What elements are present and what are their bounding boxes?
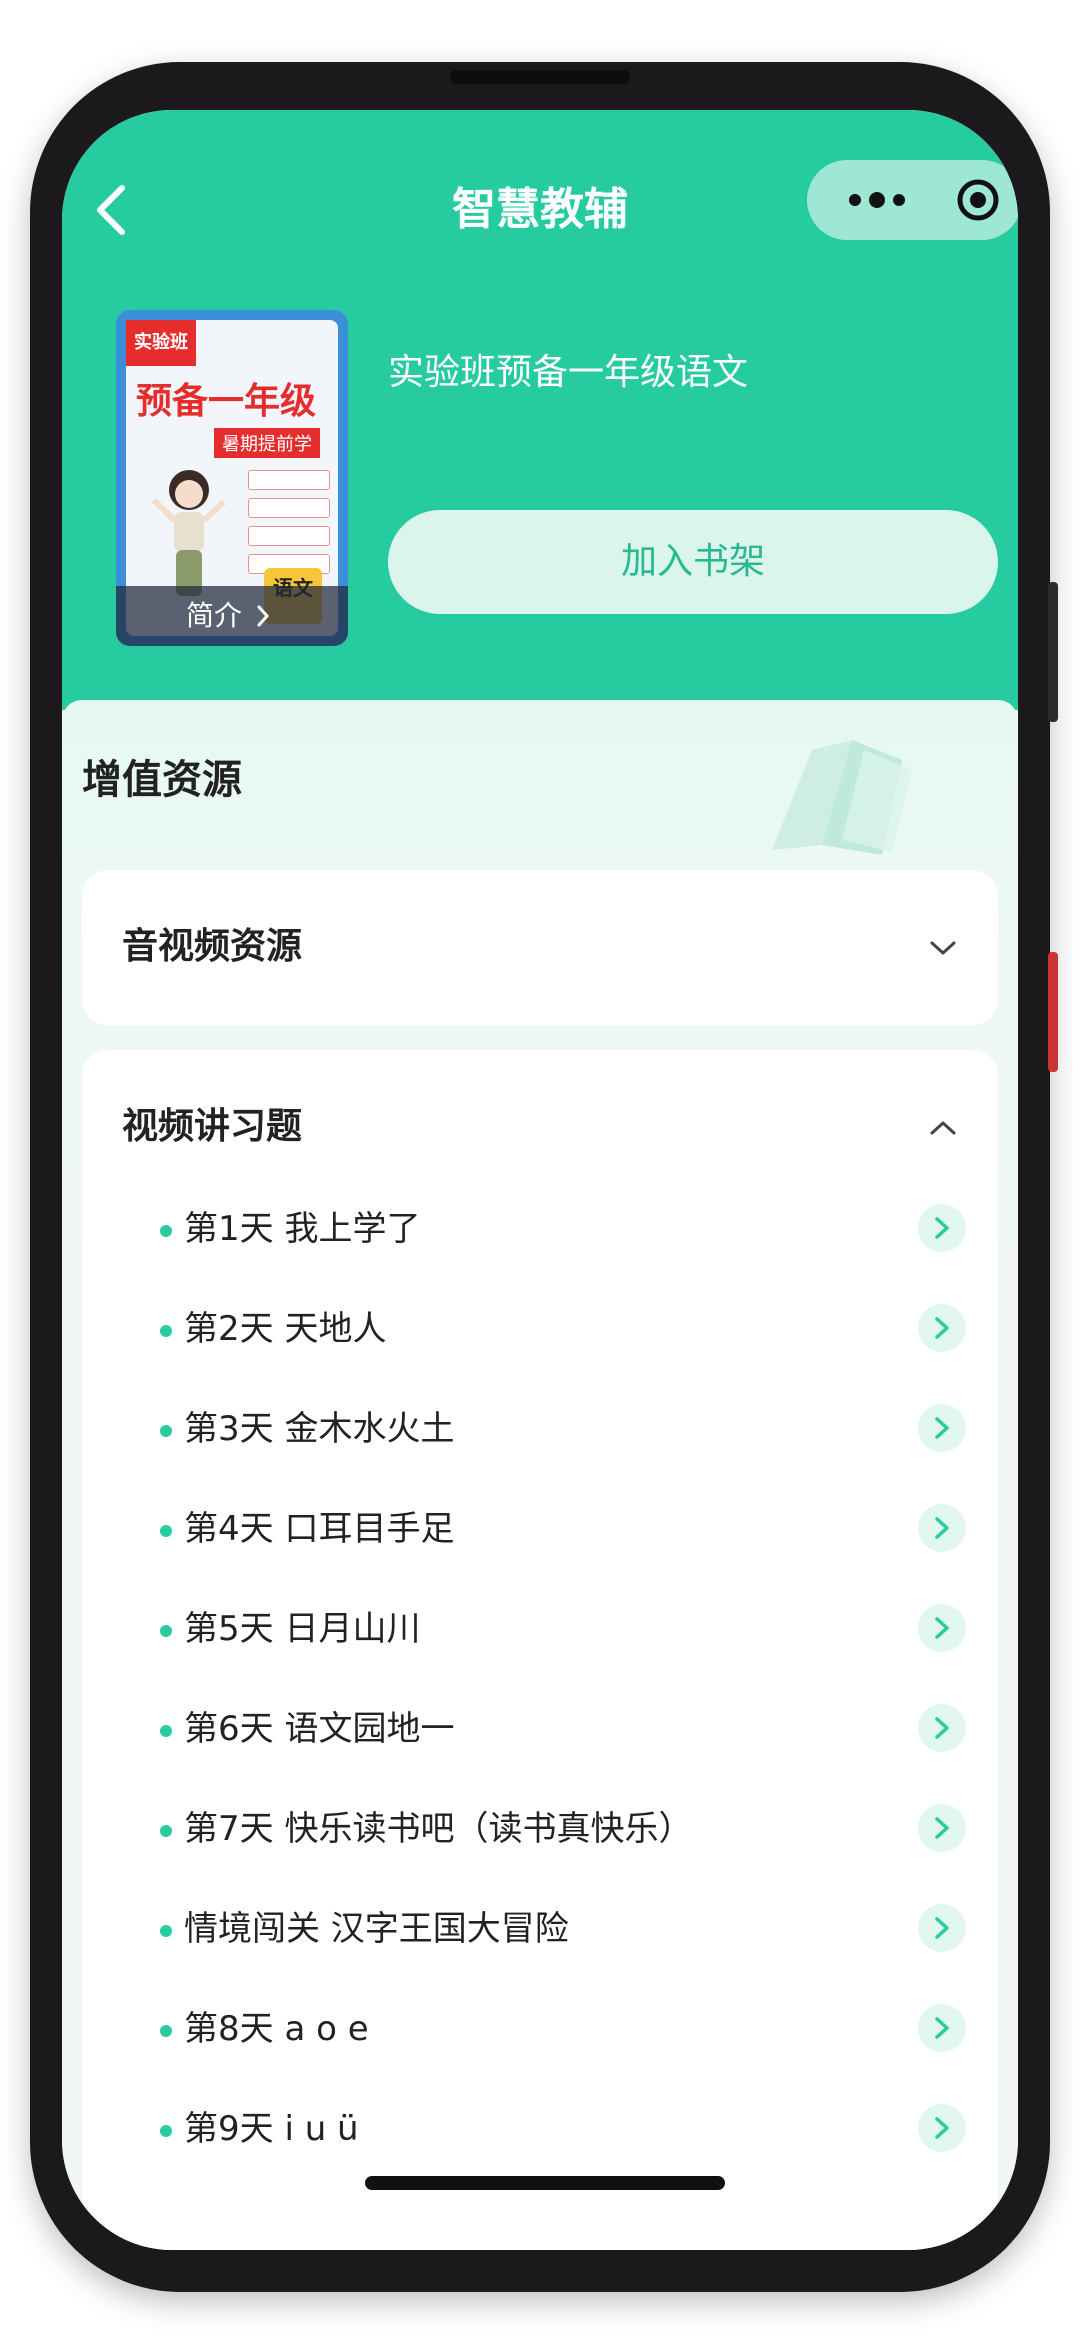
lesson-item[interactable]: 第2天 天地人 [82,1280,998,1380]
go-arrow-button[interactable] [918,1404,966,1452]
lesson-item[interactable]: 第4天 口耳目手足 [82,1480,998,1580]
lesson-label: 第1天 我上学了 [184,1209,421,1249]
chevron-down-icon[interactable] [928,938,958,958]
chevron-right-icon [257,605,270,627]
book-header: 智慧教辅 实验班 预备一年级 暑期提前学 简介 实验班预备一年级语文 加入书架 [62,110,1018,710]
intro-link[interactable]: 简介 [116,586,348,646]
lesson-label: 第2天 天地人 [184,1309,387,1349]
go-arrow-button[interactable] [918,1904,966,1952]
app-screen: 智慧教辅 实验班 预备一年级 暑期提前学 简介 实验班预备一年级语文 加入书架 … [62,110,1018,2250]
go-arrow-button[interactable] [918,1804,966,1852]
lesson-label: 第4天 口耳目手足 [184,1509,455,1549]
lesson-item[interactable]: 第1天 我上学了 [82,1180,998,1280]
lesson-item[interactable]: 第5天 日月山川 [82,1580,998,1680]
chevron-right-icon [935,1417,949,1439]
lesson-label: 第8天 a o e [184,2009,369,2049]
chevron-up-icon[interactable] [928,1118,958,1138]
book-cover[interactable]: 实验班 预备一年级 暑期提前学 语文 简介 [116,310,348,646]
video-lessons-card: 视频讲习题 第1天 我上学了 第2天 天地人 第3天 金木水火土 第4天 口耳目… [82,1050,998,2250]
target-icon[interactable] [955,177,1001,223]
go-arrow-button[interactable] [918,1304,966,1352]
lesson-item[interactable]: 情境闯关 汉字王国大冒险 [82,1880,998,1980]
cover-tags [248,470,330,582]
go-arrow-button[interactable] [918,2104,966,2152]
bullet-dot [160,1525,172,1537]
chevron-right-icon [935,2017,949,2039]
home-indicator[interactable] [365,2176,725,2190]
chevron-right-icon [935,1517,949,1539]
lesson-item[interactable]: 第7天 快乐读书吧（读书真快乐） [82,1780,998,1880]
lesson-label: 第7天 快乐读书吧（读书真快乐） [184,1809,693,1849]
miniprogram-capsule [807,160,1018,240]
go-arrow-button[interactable] [918,1204,966,1252]
bullet-dot [160,1225,172,1237]
lesson-item[interactable]: 第6天 语文园地一 [82,1680,998,1780]
go-arrow-button[interactable] [918,1504,966,1552]
cover-title: 预备一年级 [136,381,317,422]
chevron-right-icon [935,1217,949,1239]
lesson-label: 第6天 语文园地一 [184,1709,455,1749]
chevron-right-icon [935,1917,949,1939]
book-title: 实验班预备一年级语文 [388,352,749,393]
cover-ribbon: 实验班 [126,320,196,366]
chevron-right-icon [935,1817,949,1839]
go-arrow-button[interactable] [918,2004,966,2052]
add-to-shelf-button[interactable]: 加入书架 [388,510,998,614]
bullet-dot [160,1725,172,1737]
video-lessons-title: 视频讲习题 [122,1106,303,1147]
lesson-item[interactable]: 第9天 i u ü [82,2080,998,2180]
resources-panel: 增值资源 音视频资源 视频讲习题 第1天 我上学了 第2天 天地人 第3天 金木… [62,700,1018,2250]
lesson-item[interactable]: 第8天 a o e [82,1980,998,2080]
lesson-item[interactable]: 第3天 金木水火土 [82,1380,998,1480]
side-button [1048,952,1058,1072]
go-arrow-button[interactable] [918,1704,966,1752]
chevron-right-icon [935,1317,949,1339]
bullet-dot [160,1925,172,1937]
lesson-label: 第5天 日月山川 [184,1609,421,1649]
book-illustration-icon [772,740,912,855]
intro-label: 简介 [186,599,243,632]
bullet-dot [160,1425,172,1437]
power-button [1048,582,1058,722]
lesson-label: 第9天 i u ü [184,2109,359,2149]
bullet-dot [160,1325,172,1337]
more-dots-icon[interactable] [837,182,917,218]
audio-video-card[interactable]: 音视频资源 [82,870,998,1025]
bullet-dot [160,1625,172,1637]
lesson-label: 第3天 金木水火土 [184,1409,455,1449]
bullet-dot [160,2125,172,2137]
bullet-dot [160,1825,172,1837]
chevron-right-icon [935,1717,949,1739]
chevron-right-icon [935,1617,949,1639]
audio-video-title: 音视频资源 [122,926,303,967]
section-title: 增值资源 [82,757,242,803]
go-arrow-button[interactable] [918,1604,966,1652]
speaker-notch [450,70,630,84]
cover-subtitle: 暑期提前学 [214,428,320,458]
chevron-right-icon [935,2117,949,2139]
bullet-dot [160,2025,172,2037]
lesson-label: 情境闯关 汉字王国大冒险 [184,1909,569,1949]
